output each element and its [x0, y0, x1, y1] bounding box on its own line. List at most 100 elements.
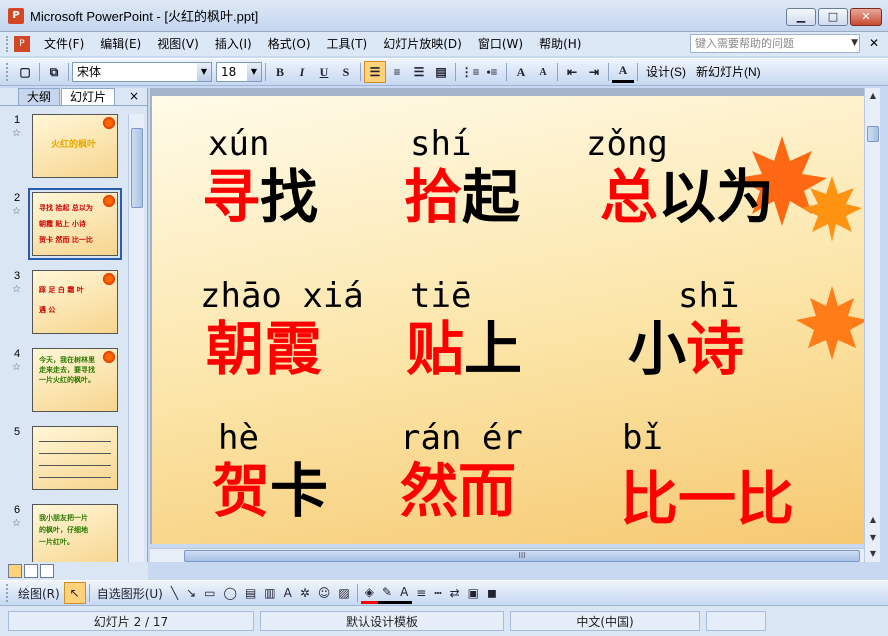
align-left-icon[interactable]: ☰ — [364, 61, 386, 83]
scrollbar-thumb[interactable] — [867, 126, 879, 142]
scroll-up-icon[interactable]: ▲ — [865, 88, 881, 104]
thumbnail-scrollbar[interactable] — [128, 114, 144, 562]
maximize-button[interactable]: □ — [818, 8, 848, 26]
document-icon[interactable]: P — [14, 36, 30, 52]
slide-thumbnail[interactable]: 我小朋友把一片 的枫叶，仔细地 一片红叶。 — [32, 504, 118, 562]
clipart-icon[interactable]: ☺ — [314, 582, 335, 604]
help-search-input[interactable]: 键入需要帮助的问题 — [690, 34, 860, 53]
3d-style-icon[interactable]: ◼ — [483, 582, 501, 604]
bold-button[interactable]: B — [269, 61, 291, 83]
slide-thumb-row[interactable]: 6 ☆ 我小朋友把一片 的枫叶，仔细地 一片红叶。 — [0, 504, 126, 562]
next-slide-icon[interactable]: ▼ — [865, 530, 881, 546]
diagram-icon[interactable]: ✲ — [296, 582, 314, 604]
new-slide-button[interactable]: 新幻灯片(N) — [691, 61, 766, 83]
chevron-down-icon[interactable]: ▼ — [851, 38, 858, 48]
title-bar: P Microsoft PowerPoint - [火红的枫叶.ppt] ▁ □… — [0, 0, 888, 32]
close-icon[interactable]: × — [129, 89, 139, 103]
menu-file[interactable]: 文件(F) — [36, 34, 92, 54]
slide-thumbnail[interactable] — [32, 426, 118, 490]
menu-slideshow[interactable]: 幻灯片放映(D) — [375, 34, 470, 54]
thumb-line — [39, 441, 111, 442]
close-button[interactable]: ✕ — [850, 8, 882, 26]
menu-grip[interactable] — [6, 36, 10, 52]
hanzi-black: 起 — [462, 163, 521, 231]
toolbar-grip[interactable] — [6, 584, 10, 602]
bullets-icon[interactable]: •≡ — [481, 61, 503, 83]
menu-window[interactable]: 窗口(W) — [470, 34, 531, 54]
textbox-icon[interactable]: ▤ — [241, 582, 260, 604]
menu-format[interactable]: 格式(O) — [260, 34, 319, 54]
italic-button[interactable]: I — [291, 61, 313, 83]
scroll-down-icon[interactable]: ▼ — [865, 546, 881, 562]
slide-vertical-scrollbar[interactable]: ▲ ▲ ▼ ▼ — [864, 88, 880, 562]
copy-icon[interactable]: ⧉ — [43, 61, 65, 83]
rectangle-icon[interactable]: ▭ — [200, 582, 219, 604]
font-name-select[interactable]: 宋体 ▼ — [72, 62, 212, 82]
line-icon[interactable]: ╲ — [167, 582, 182, 604]
design-button[interactable]: 设计(S) — [641, 61, 691, 83]
toolbar-separator — [637, 63, 638, 81]
decrease-font-button[interactable]: A — [532, 61, 554, 83]
underline-button[interactable]: U — [313, 61, 335, 83]
align-center-icon[interactable]: ≡ — [386, 61, 408, 83]
scrollbar-thumb[interactable]: III — [184, 550, 860, 562]
slide-thumb-row[interactable]: 5 — [0, 426, 126, 492]
menu-insert[interactable]: 插入(I) — [207, 34, 260, 54]
numbering-icon[interactable]: ⋮≡ — [459, 61, 481, 83]
arrow-icon[interactable]: ↘ — [182, 582, 200, 604]
decrease-indent-icon[interactable]: ⇤ — [561, 61, 583, 83]
slide-thumbnail[interactable]: 踩 足 白 霜 叶 遇 公 — [32, 270, 118, 334]
shadow-style-icon[interactable]: ▣ — [464, 582, 483, 604]
normal-view-icon[interactable] — [8, 564, 22, 578]
slide-horizontal-scrollbar[interactable]: III — [150, 548, 864, 562]
line-style-icon[interactable]: ≡ — [412, 582, 430, 604]
font-size-select[interactable]: 18 ▼ — [216, 62, 262, 82]
slide-thumbnail[interactable]: 今天，我在树林里 走来走去，要寻找 一片火红的枫叶。 — [32, 348, 118, 412]
distributed-icon[interactable]: ▤ — [430, 61, 452, 83]
fill-color-icon[interactable]: ◈ — [360, 582, 378, 604]
toolbar-separator — [557, 63, 558, 81]
arrow-style-icon[interactable]: ⇄ — [446, 582, 464, 604]
menu-help[interactable]: 帮助(H) — [531, 34, 589, 54]
select-pointer-icon[interactable]: ↖ — [63, 582, 86, 604]
align-right-icon[interactable]: ☰ — [408, 61, 430, 83]
chevron-down-icon[interactable]: ▼ — [197, 63, 211, 81]
slide-sorter-icon[interactable] — [24, 564, 38, 578]
previous-slide-icon[interactable]: ▲ — [865, 512, 881, 528]
slide-thumb-row[interactable]: 2 ☆ 寻找 拾起 总以为 朝霞 贴上 小诗 贺卡 然而 比一比 — [0, 188, 126, 260]
menu-tools[interactable]: 工具(T) — [319, 34, 376, 54]
oval-icon[interactable]: ◯ — [220, 582, 241, 604]
toolbar-grip[interactable] — [6, 63, 10, 81]
scrollbar-thumb[interactable] — [131, 128, 143, 208]
font-color-button[interactable]: A — [612, 61, 634, 83]
slide-thumb-row[interactable]: 3 ☆ 踩 足 白 霜 叶 遇 公 — [0, 270, 126, 336]
slideshow-icon[interactable] — [40, 564, 54, 578]
slide-thumbnail[interactable]: 火红的枫叶 — [32, 114, 118, 178]
slide-canvas[interactable]: xún 寻找 shí 拾起 zǒng 总以为 zhāo xiá 朝霞 tiē 贴… — [152, 96, 864, 544]
menu-edit[interactable]: 编辑(E) — [92, 34, 149, 54]
slide-thumb-row[interactable]: 1 ☆ 火红的枫叶 — [0, 114, 126, 180]
hanzi-black: 以为 — [658, 163, 775, 231]
picture-icon[interactable]: ▨ — [334, 582, 353, 604]
line-color-icon[interactable]: ✎ — [378, 582, 397, 604]
minimize-button[interactable]: ▁ — [786, 8, 816, 26]
vertical-textbox-icon[interactable]: ▥ — [260, 582, 279, 604]
draw-menu-button[interactable]: 绘图(R) — [14, 582, 64, 604]
document-close-icon[interactable]: ✕ — [866, 35, 882, 51]
menu-view[interactable]: 视图(V) — [149, 34, 207, 54]
increase-indent-icon[interactable]: ⇥ — [583, 61, 605, 83]
shadow-button[interactable]: S — [335, 61, 357, 83]
slide-number: 5 — [14, 426, 21, 438]
slide-thumb-row[interactable]: 4 ☆ 今天，我在树林里 走来走去，要寻找 一片火红的枫叶。 — [0, 348, 126, 414]
slide-number: 6 — [14, 504, 21, 516]
new-document-icon[interactable]: ▢ — [14, 61, 36, 83]
wordart-icon[interactable]: A — [280, 582, 296, 604]
chevron-down-icon[interactable]: ▼ — [247, 63, 261, 81]
increase-font-button[interactable]: A — [510, 61, 532, 83]
tab-outline[interactable]: 大纲 — [18, 88, 61, 105]
autoshapes-button[interactable]: 自选图形(U) — [93, 582, 167, 604]
tab-slides[interactable]: 幻灯片 — [61, 88, 116, 105]
font-color-icon[interactable]: A — [396, 582, 413, 604]
dash-style-icon[interactable]: ┅ — [430, 582, 445, 604]
slide-thumbnail[interactable]: 寻找 拾起 总以为 朝霞 贴上 小诗 贺卡 然而 比一比 — [28, 188, 122, 260]
